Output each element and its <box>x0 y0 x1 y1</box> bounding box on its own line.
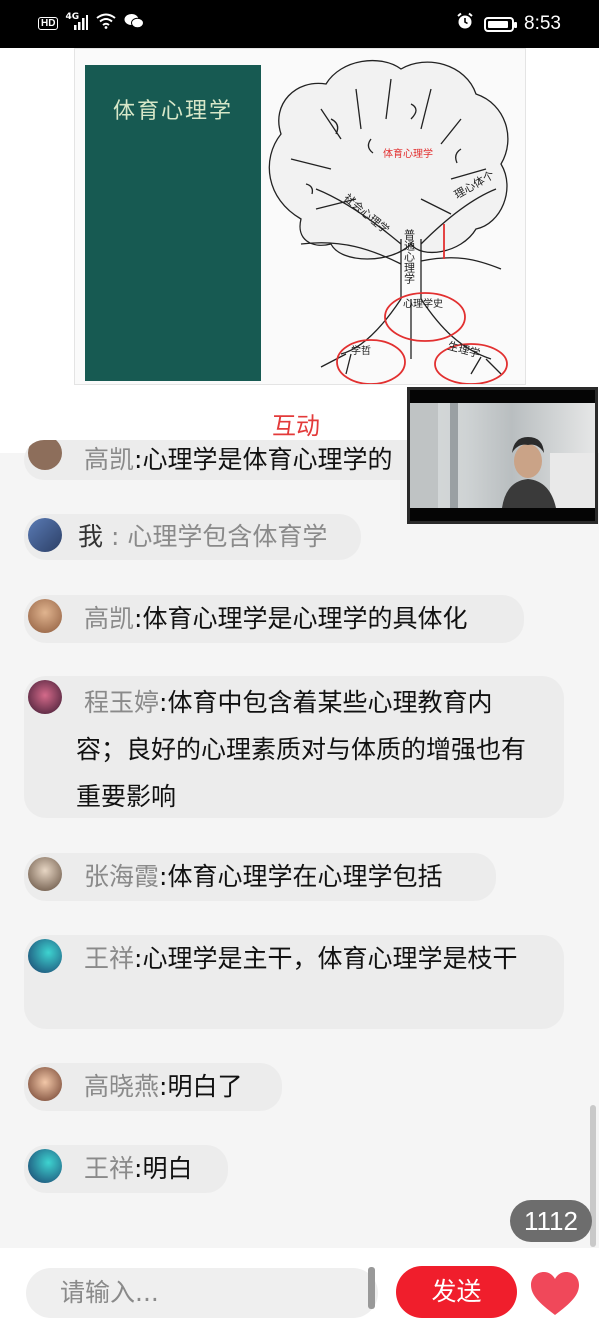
chat-message: 高晓燕:明白了 <box>24 1063 282 1111</box>
hd-badge: HD <box>38 16 59 30</box>
book-cover: 体育心理学 <box>85 65 261 381</box>
input-drag-handle <box>368 1267 375 1309</box>
wifi-icon <box>96 13 117 33</box>
chat-message: 我 : 心理学包含体育学 <box>24 514 361 560</box>
tree-root-right-label: 生理学 <box>446 338 481 360</box>
message-text: 明白了 <box>167 1072 243 1101</box>
chat-message: 程玉婷:体育中包含着某些心理教育内容；良好的心理素质对与体质的增强也有重要影响 <box>24 676 564 818</box>
chat-message: 王祥:心理学是主干，体育心理学是枝干 <box>24 935 564 1029</box>
message-text: 明白 <box>142 1154 193 1183</box>
avatar <box>28 857 62 891</box>
tree-crown-label: 体育心理学 <box>383 147 433 160</box>
send-button[interactable]: 发送 <box>396 1266 517 1318</box>
avatar <box>28 599 62 633</box>
chat-message: 高凯:体育心理学是心理学的具体化 <box>24 595 524 643</box>
tree-root-center-label: 心理学史 <box>403 297 443 310</box>
message-text: 心理学包含体育学 <box>127 522 328 551</box>
sender-name: 程玉婷 <box>84 688 160 717</box>
tree-trunk-label: 普通心理学 <box>403 228 416 284</box>
sender-name: 高晓燕 <box>84 1072 160 1101</box>
alarm-icon <box>456 12 474 36</box>
online-count-badge: 1112 <box>510 1200 592 1242</box>
presentation-slide[interactable]: 体育心理学 体育心理学 社会心理学 理心体个 普通心理学 心理学史 学哲 生理学 <box>74 48 526 385</box>
avatar <box>28 518 62 552</box>
chat-message: 王祥:明白 <box>24 1145 228 1193</box>
avatar <box>28 939 62 973</box>
message-text: 心理学是体育心理学的 <box>142 445 393 474</box>
message-text: 体育心理学是心理学的具体化 <box>142 604 468 633</box>
clock: 8:53 <box>524 13 561 34</box>
avatar <box>28 1067 62 1101</box>
separator: : <box>103 522 128 551</box>
tab-interaction[interactable]: 互动 <box>272 406 320 441</box>
book-title: 体育心理学 <box>113 99 234 124</box>
message-text: 体育心理学在心理学包括 <box>167 862 443 891</box>
signal-icon: 4G <box>65 12 89 31</box>
tree-root-left-label: 学哲 <box>351 344 371 357</box>
teacher-video-window[interactable] <box>407 387 598 524</box>
chat-message: 高凯:心理学是体育心理学的 <box>24 440 436 480</box>
sender-name: 高凯 <box>84 445 135 474</box>
sender-name: 张海霞 <box>84 862 160 891</box>
sender-name: 我 <box>78 522 104 551</box>
message-input[interactable]: 请输入... <box>26 1268 378 1318</box>
psychology-tree-diagram: 体育心理学 社会心理学 理心体个 普通心理学 心理学史 学哲 生理学 <box>268 59 509 384</box>
network-type: 4G <box>65 12 80 22</box>
avatar <box>28 1149 62 1183</box>
sender-name: 王祥 <box>84 944 135 973</box>
message-text: 心理学是主干，体育心理学是枝干 <box>142 944 518 973</box>
wechat-icon <box>124 13 145 33</box>
video-bottom-bar <box>410 508 595 521</box>
battery-icon <box>484 16 518 32</box>
video-feed <box>410 403 595 508</box>
chat-message: 张海霞:体育心理学在心理学包括 <box>24 853 496 901</box>
sender-name: 高凯 <box>84 604 135 633</box>
sender-name: 王祥 <box>84 1154 135 1183</box>
video-top-bar <box>410 390 595 403</box>
status-bar: HD 4G 8:53 <box>0 0 599 48</box>
like-heart-icon[interactable] <box>529 1271 581 1317</box>
avatar <box>28 680 62 714</box>
